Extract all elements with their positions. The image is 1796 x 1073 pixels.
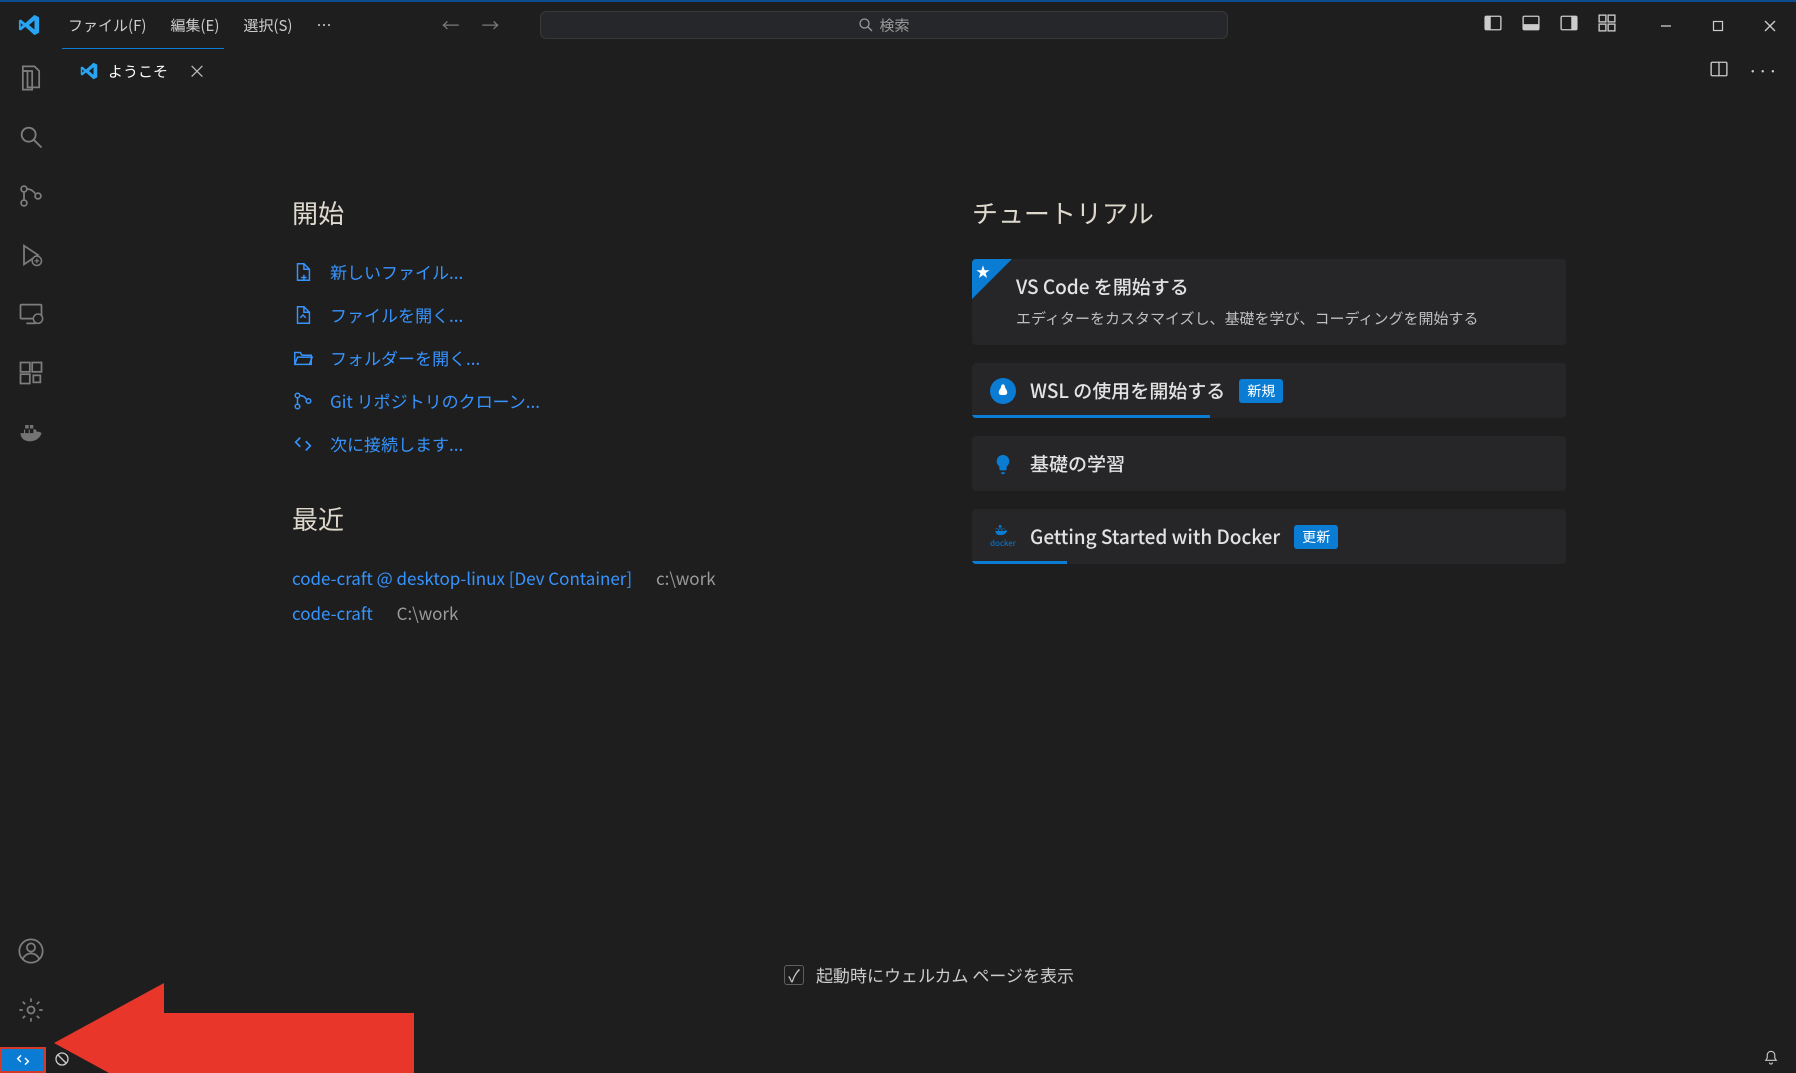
connect-link[interactable]: 次に接続します... xyxy=(292,431,832,456)
recent-path: C:\work xyxy=(397,600,459,625)
nav-arrows: ← → xyxy=(442,12,500,38)
split-editor-icon[interactable] xyxy=(1710,59,1728,83)
tab-actions: ··· xyxy=(1710,48,1796,93)
progress-bar xyxy=(972,415,1210,418)
source-control-icon[interactable] xyxy=(17,182,45,215)
explorer-icon[interactable] xyxy=(17,64,45,97)
card-title: WSL の使用を開始する xyxy=(1030,377,1225,404)
more-actions-icon[interactable]: ··· xyxy=(1748,58,1778,84)
editor-area: ようこそ × ··· 開始 新しいファイル... xyxy=(62,48,1796,1047)
card-title: VS Code を開始する xyxy=(1016,273,1189,300)
docker-icon[interactable] xyxy=(17,418,45,451)
toggle-panel-icon[interactable] xyxy=(1518,9,1544,41)
title-actions xyxy=(1480,9,1796,41)
menu-edit[interactable]: 編集(E) xyxy=(160,11,229,40)
start-section: 開始 新しいファイル... ファイルを開く... フォルダーを開く... xyxy=(292,194,832,1027)
tab-close-icon[interactable]: × xyxy=(188,58,206,84)
menu-more[interactable]: … xyxy=(307,11,342,40)
open-folder-link[interactable]: フォルダーを開く... xyxy=(292,345,832,370)
card-title: 基礎の学習 xyxy=(1030,450,1125,477)
new-badge: 新規 xyxy=(1239,379,1283,403)
clone-repo-link[interactable]: Git リポジトリのクローン... xyxy=(292,388,832,413)
new-file-link[interactable]: 新しいファイル... xyxy=(292,259,832,284)
tab-welcome[interactable]: ようこそ × xyxy=(62,48,224,93)
minimize-button[interactable] xyxy=(1650,9,1682,41)
run-debug-icon[interactable] xyxy=(17,241,45,274)
connect-label: 次に接続します... xyxy=(330,431,463,456)
recent-item: code-craft @ desktop-linux [Dev Containe… xyxy=(292,565,832,590)
extensions-icon[interactable] xyxy=(17,359,45,392)
clone-repo-label: Git リポジトリのクローン... xyxy=(330,388,540,413)
recent-path: c:\work xyxy=(656,565,716,590)
toggle-sidebar-right-icon[interactable] xyxy=(1556,9,1582,41)
recent-name[interactable]: code-craft xyxy=(292,600,373,625)
docker-card-icon: docker xyxy=(990,524,1016,550)
card-desc: エディターをカスタマイズし、基礎を学び、コーディングを開始する xyxy=(1016,308,1548,329)
welcome-content: 開始 新しいファイル... ファイルを開く... フォルダーを開く... xyxy=(62,94,1796,1047)
open-file-label: ファイルを開く... xyxy=(330,302,463,327)
status-no-problems-icon[interactable] xyxy=(46,1048,78,1072)
walkthrough-vscode[interactable]: ★ VS Code を開始する エディターをカスタマイズし、基礎を学び、コーディ… xyxy=(972,259,1566,345)
tab-bar: ようこそ × ··· xyxy=(62,48,1796,94)
search-placeholder: 検索 xyxy=(880,15,910,36)
nav-forward-icon[interactable]: → xyxy=(482,12,500,38)
customize-layout-icon[interactable] xyxy=(1594,9,1620,41)
open-file-link[interactable]: ファイルを開く... xyxy=(292,302,832,327)
progress-bar xyxy=(972,561,1067,564)
activity-bar xyxy=(0,48,62,1047)
window-controls xyxy=(1650,9,1786,41)
search-activity-icon[interactable] xyxy=(17,123,45,156)
close-button[interactable] xyxy=(1754,9,1786,41)
menu-file[interactable]: ファイル(F) xyxy=(58,11,156,40)
walkthroughs-heading: チュートリアル xyxy=(972,194,1566,231)
recent-section: 最近 code-craft @ desktop-linux [Dev Conta… xyxy=(292,500,832,625)
updated-badge: 更新 xyxy=(1294,525,1338,549)
welcome-footer: ✓ 起動時にウェルカム ページを表示 xyxy=(784,962,1074,987)
menu: ファイル(F) 編集(E) 選択(S) … xyxy=(58,11,342,40)
card-title: Getting Started with Docker xyxy=(1030,523,1280,550)
status-bar xyxy=(0,1047,1796,1073)
recent-name[interactable]: code-craft @ desktop-linux [Dev Containe… xyxy=(292,565,632,590)
main-area: ようこそ × ··· 開始 新しいファイル... xyxy=(0,48,1796,1047)
show-on-startup-checkbox[interactable]: ✓ xyxy=(784,965,804,985)
search-input[interactable]: 検索 xyxy=(540,11,1228,39)
account-icon[interactable] xyxy=(17,937,45,970)
remote-window-button[interactable] xyxy=(0,1047,46,1073)
vscode-tab-icon xyxy=(80,62,98,80)
nav-back-icon[interactable]: ← xyxy=(442,12,460,38)
new-file-label: 新しいファイル... xyxy=(330,259,463,284)
tab-title: ようこそ xyxy=(108,61,168,82)
notifications-bell-icon[interactable] xyxy=(1762,1048,1796,1072)
lightbulb-icon xyxy=(990,451,1016,477)
walkthrough-fundamentals[interactable]: 基礎の学習 xyxy=(972,436,1566,491)
walkthrough-docker[interactable]: docker Getting Started with Docker 更新 xyxy=(972,509,1566,564)
maximize-button[interactable] xyxy=(1702,9,1734,41)
toggle-sidebar-left-icon[interactable] xyxy=(1480,9,1506,41)
recent-item: code-craft C:\work xyxy=(292,600,832,625)
star-icon: ★ xyxy=(976,262,990,282)
title-bar: ファイル(F) 編集(E) 選択(S) … ← → 検索 xyxy=(0,0,1796,48)
linux-icon xyxy=(990,378,1016,404)
show-on-startup-label: 起動時にウェルカム ページを表示 xyxy=(816,962,1074,987)
walkthroughs-section: チュートリアル ★ VS Code を開始する エディターをカスタマイズし、基礎… xyxy=(972,194,1566,1027)
start-heading: 開始 xyxy=(292,194,832,231)
open-folder-label: フォルダーを開く... xyxy=(330,345,480,370)
walkthrough-wsl[interactable]: WSL の使用を開始する 新規 xyxy=(972,363,1566,418)
search-icon xyxy=(858,17,874,33)
vscode-logo-icon xyxy=(18,14,40,36)
settings-gear-icon[interactable] xyxy=(17,996,45,1029)
recent-heading: 最近 xyxy=(292,500,832,537)
menu-select[interactable]: 選択(S) xyxy=(233,11,302,40)
remote-explorer-icon[interactable] xyxy=(17,300,45,333)
